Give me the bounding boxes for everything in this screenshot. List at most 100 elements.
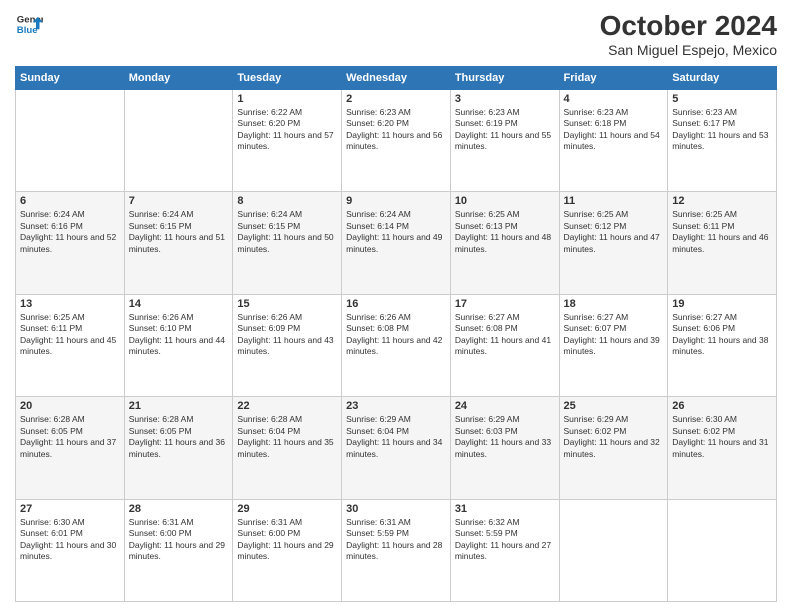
col-friday: Friday xyxy=(559,67,668,90)
day-number: 16 xyxy=(346,298,446,310)
day-number: 29 xyxy=(237,503,337,515)
day-number: 19 xyxy=(672,298,772,310)
cell-info: Sunrise: 6:32 AMSunset: 5:59 PMDaylight:… xyxy=(455,517,555,563)
logo-icon: General Blue xyxy=(15,10,43,38)
table-row: 9Sunrise: 6:24 AMSunset: 6:14 PMDaylight… xyxy=(342,192,451,294)
cell-info: Sunrise: 6:23 AMSunset: 6:19 PMDaylight:… xyxy=(455,107,555,153)
col-monday: Monday xyxy=(124,67,233,90)
cell-info: Sunrise: 6:23 AMSunset: 6:18 PMDaylight:… xyxy=(564,107,664,153)
cell-info: Sunrise: 6:29 AMSunset: 6:02 PMDaylight:… xyxy=(564,414,664,460)
day-number: 31 xyxy=(455,503,555,515)
table-row: 1 Sunrise: 6:22 AMSunset: 6:20 PMDaylight… xyxy=(233,90,342,192)
col-tuesday: Tuesday xyxy=(233,67,342,90)
table-row: 23 Sunrise: 6:29 AMSunset: 6:04 PMDayligh… xyxy=(342,397,451,499)
logo: General Blue xyxy=(15,10,43,38)
cell-info: Sunrise: 6:25 AMSunset: 6:11 PMDaylight:… xyxy=(672,209,772,255)
table-row: 20 Sunrise: 6:28 AMSunset: 6:05 PMDayligh… xyxy=(16,397,125,499)
cell-info: Sunrise: 6:26 AMSunset: 6:10 PMDaylight:… xyxy=(129,312,229,358)
table-row: 21 Sunrise: 6:28 AMSunset: 6:05 PMDayligh… xyxy=(124,397,233,499)
cell-info: Sunrise: 6:31 AMSunset: 6:00 PMDaylight:… xyxy=(129,517,229,563)
day-number: 18 xyxy=(564,298,664,310)
day-number: 12 xyxy=(672,195,772,207)
day-number: 3 xyxy=(455,93,555,105)
cell-info: Sunrise: 6:31 AMSunset: 6:00 PMDaylight:… xyxy=(237,517,337,563)
day-number: 28 xyxy=(129,503,229,515)
cell-info: Sunrise: 6:23 AMSunset: 6:17 PMDaylight:… xyxy=(672,107,772,153)
day-number: 7 xyxy=(129,195,229,207)
table-row: 26 Sunrise: 6:30 AMSunset: 6:02 PMDayligh… xyxy=(668,397,777,499)
col-sunday: Sunday xyxy=(16,67,125,90)
table-row: 6Sunrise: 6:24 AMSunset: 6:16 PMDaylight… xyxy=(16,192,125,294)
table-row: 8 Sunrise: 6:24 AMSunset: 6:15 PMDaylight… xyxy=(233,192,342,294)
cell-info: Sunrise: 6:25 AMSunset: 6:12 PMDaylight:… xyxy=(564,209,664,255)
day-number: 22 xyxy=(237,400,337,412)
calendar-table: Sunday Monday Tuesday Wednesday Thursday… xyxy=(15,66,777,602)
day-number: 8 xyxy=(237,195,337,207)
day-number: 1 xyxy=(237,93,337,105)
table-row: 2 Sunrise: 6:23 AMSunset: 6:20 PMDaylight… xyxy=(342,90,451,192)
cell-info: Sunrise: 6:27 AMSunset: 6:08 PMDaylight:… xyxy=(455,312,555,358)
table-row: 14 Sunrise: 6:26 AMSunset: 6:10 PMDayligh… xyxy=(124,294,233,396)
cell-info: Sunrise: 6:30 AMSunset: 6:02 PMDaylight:… xyxy=(672,414,772,460)
cell-info: Sunrise: 6:27 AMSunset: 6:07 PMDaylight:… xyxy=(564,312,664,358)
day-number: 15 xyxy=(237,298,337,310)
day-number: 20 xyxy=(20,400,120,412)
day-number: 14 xyxy=(129,298,229,310)
calendar-week-row: 1 Sunrise: 6:22 AMSunset: 6:20 PMDaylight… xyxy=(16,90,777,192)
col-wednesday: Wednesday xyxy=(342,67,451,90)
table-row: 25 Sunrise: 6:29 AMSunset: 6:02 PMDayligh… xyxy=(559,397,668,499)
day-number: 2 xyxy=(346,93,446,105)
day-number: 13 xyxy=(20,298,120,310)
table-row: 10Sunrise: 6:25 AMSunset: 6:13 PMDayligh… xyxy=(450,192,559,294)
calendar-week-row: 20 Sunrise: 6:28 AMSunset: 6:05 PMDayligh… xyxy=(16,397,777,499)
table-row: 4 Sunrise: 6:23 AMSunset: 6:18 PMDaylight… xyxy=(559,90,668,192)
table-row: 12 Sunrise: 6:25 AMSunset: 6:11 PMDayligh… xyxy=(668,192,777,294)
table-row: 5 Sunrise: 6:23 AMSunset: 6:17 PMDaylight… xyxy=(668,90,777,192)
month-title: October 2024 xyxy=(600,10,777,42)
cell-info: Sunrise: 6:28 AMSunset: 6:05 PMDaylight:… xyxy=(129,414,229,460)
cell-info: Sunrise: 6:29 AMSunset: 6:04 PMDaylight:… xyxy=(346,414,446,460)
day-number: 5 xyxy=(672,93,772,105)
day-number: 30 xyxy=(346,503,446,515)
cell-info: Sunrise: 6:23 AMSunset: 6:20 PMDaylight:… xyxy=(346,107,446,153)
cell-info: Sunrise: 6:26 AMSunset: 6:09 PMDaylight:… xyxy=(237,312,337,358)
table-row: 16 Sunrise: 6:26 AMSunset: 6:08 PMDayligh… xyxy=(342,294,451,396)
calendar-week-row: 6Sunrise: 6:24 AMSunset: 6:16 PMDaylight… xyxy=(16,192,777,294)
day-number: 4 xyxy=(564,93,664,105)
table-row xyxy=(16,90,125,192)
day-number: 25 xyxy=(564,400,664,412)
table-row: 22 Sunrise: 6:28 AMSunset: 6:04 PMDayligh… xyxy=(233,397,342,499)
day-number: 26 xyxy=(672,400,772,412)
table-row: 18 Sunrise: 6:27 AMSunset: 6:07 PMDayligh… xyxy=(559,294,668,396)
table-row: 27Sunrise: 6:30 AMSunset: 6:01 PMDayligh… xyxy=(16,499,125,601)
cell-info: Sunrise: 6:29 AMSunset: 6:03 PMDaylight:… xyxy=(455,414,555,460)
day-number: 24 xyxy=(455,400,555,412)
col-thursday: Thursday xyxy=(450,67,559,90)
cell-info: Sunrise: 6:25 AMSunset: 6:11 PMDaylight:… xyxy=(20,312,120,358)
cell-info: Sunrise: 6:26 AMSunset: 6:08 PMDaylight:… xyxy=(346,312,446,358)
day-number: 10 xyxy=(455,195,555,207)
table-row: 15 Sunrise: 6:26 AMSunset: 6:09 PMDayligh… xyxy=(233,294,342,396)
day-number: 23 xyxy=(346,400,446,412)
table-row: 7 Sunrise: 6:24 AMSunset: 6:15 PMDaylight… xyxy=(124,192,233,294)
cell-info: Sunrise: 6:24 AMSunset: 6:15 PMDaylight:… xyxy=(129,209,229,255)
cell-info: Sunrise: 6:30 AMSunset: 6:01 PMDaylight:… xyxy=(20,517,120,563)
col-saturday: Saturday xyxy=(668,67,777,90)
cell-info: Sunrise: 6:24 AMSunset: 6:15 PMDaylight:… xyxy=(237,209,337,255)
day-number: 21 xyxy=(129,400,229,412)
cell-info: Sunrise: 6:28 AMSunset: 6:04 PMDaylight:… xyxy=(237,414,337,460)
subtitle: San Miguel Espejo, Mexico xyxy=(600,42,777,58)
cell-info: Sunrise: 6:27 AMSunset: 6:06 PMDaylight:… xyxy=(672,312,772,358)
table-row: 11Sunrise: 6:25 AMSunset: 6:12 PMDayligh… xyxy=(559,192,668,294)
page: General Blue October 2024 San Miguel Esp… xyxy=(0,0,792,612)
cell-info: Sunrise: 6:28 AMSunset: 6:05 PMDaylight:… xyxy=(20,414,120,460)
calendar-header-row: Sunday Monday Tuesday Wednesday Thursday… xyxy=(16,67,777,90)
table-row xyxy=(124,90,233,192)
table-row: 19 Sunrise: 6:27 AMSunset: 6:06 PMDayligh… xyxy=(668,294,777,396)
calendar-week-row: 27Sunrise: 6:30 AMSunset: 6:01 PMDayligh… xyxy=(16,499,777,601)
cell-info: Sunrise: 6:22 AMSunset: 6:20 PMDaylight:… xyxy=(237,107,337,153)
day-number: 17 xyxy=(455,298,555,310)
table-row xyxy=(668,499,777,601)
table-row: 24 Sunrise: 6:29 AMSunset: 6:03 PMDayligh… xyxy=(450,397,559,499)
table-row: 31 Sunrise: 6:32 AMSunset: 5:59 PMDayligh… xyxy=(450,499,559,601)
